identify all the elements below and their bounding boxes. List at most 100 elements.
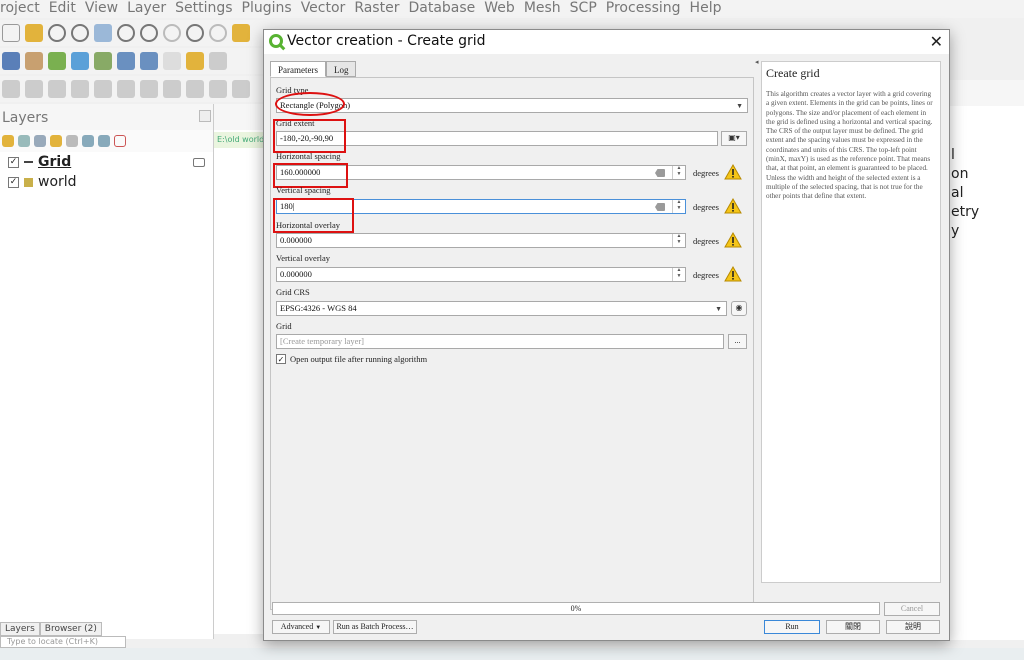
simplify-icon[interactable] [71, 80, 89, 98]
menu-layer[interactable]: Layer [127, 0, 166, 16]
new-map-view-icon[interactable] [232, 24, 250, 42]
menu-settings[interactable]: Settings [175, 0, 232, 16]
v-spacing-label: Vertical spacing [276, 185, 331, 195]
cancel-button[interactable]: Cancel [884, 602, 940, 616]
style-icon[interactable] [2, 135, 14, 147]
zoom-in-icon[interactable] [48, 24, 66, 42]
table-icon[interactable] [94, 52, 112, 70]
pan-icon[interactable] [2, 24, 20, 42]
zoom-last-icon[interactable] [163, 24, 181, 42]
menu-raster[interactable]: Raster [354, 0, 399, 16]
layers-toolbar [0, 130, 213, 152]
zoom-native-icon[interactable] [209, 24, 227, 42]
fill-ring-icon[interactable] [140, 80, 158, 98]
menu-project[interactable]: roject [0, 0, 40, 16]
spin-arrows-icon[interactable]: ▲ ▼ [672, 234, 685, 247]
delete-part-icon[interactable] [186, 80, 204, 98]
spin-arrows-icon[interactable]: ▲ ▼ [672, 200, 685, 213]
close-icon[interactable]: ✕ [930, 32, 943, 51]
annotation-rectangle [273, 119, 346, 153]
open-output-option[interactable]: ✓ Open output file after running algorit… [276, 354, 427, 364]
v-overlay-input[interactable]: 0.000000 ▲ ▼ [276, 267, 686, 282]
output-browse-button[interactable]: ... [728, 334, 747, 349]
shape-icon[interactable] [2, 80, 20, 98]
zoom-out-icon[interactable] [71, 24, 89, 42]
add-ring-icon[interactable] [94, 80, 112, 98]
tab-layers[interactable]: Layers [0, 622, 40, 636]
batch-process-button[interactable]: Run as Batch Process… [333, 620, 417, 634]
grid-type-select[interactable]: Rectangle (Polygon) ▼ [276, 98, 748, 113]
menu-scp[interactable]: SCP [570, 0, 597, 16]
rotate-icon[interactable] [48, 80, 66, 98]
save-edits-icon[interactable] [209, 52, 227, 70]
map-icon[interactable] [117, 52, 135, 70]
open-output-checkbox[interactable]: ✓ [276, 354, 286, 364]
h-overlay-input[interactable]: 0.000000 ▲ ▼ [276, 233, 686, 248]
help-title: Create grid [766, 66, 820, 80]
advanced-button[interactable]: Advanced ▼ [272, 620, 330, 634]
edit-pencil-icon[interactable] [71, 52, 89, 70]
menu-processing[interactable]: Processing [606, 0, 681, 16]
crs-select[interactable]: EPSG:4326 - WGS 84 ▼ [276, 301, 727, 316]
zoom-full-icon[interactable] [94, 24, 112, 42]
warning-icon [724, 232, 742, 248]
menu-vector[interactable]: Vector [301, 0, 346, 16]
visibility-icon[interactable] [34, 135, 46, 147]
spin-arrows-icon[interactable]: ▲ ▼ [672, 268, 685, 281]
extent-picker-button[interactable]: ▣▾ [721, 131, 747, 146]
clear-icon[interactable] [655, 203, 665, 211]
vector-icon[interactable] [140, 52, 158, 70]
delete-ring-icon[interactable] [163, 80, 181, 98]
node-tool-icon[interactable] [25, 80, 43, 98]
layer-indicator-icon[interactable] [193, 157, 205, 167]
vector-field-icon[interactable] [48, 52, 66, 70]
reshape-icon[interactable] [209, 80, 227, 98]
crs-value: EPSG:4326 - WGS 84 [280, 303, 357, 313]
menu-view[interactable]: View [85, 0, 118, 16]
collapse-help-icon[interactable]: ◂ [755, 58, 759, 66]
layer-visibility-checkbox[interactable]: ✓ [8, 156, 19, 168]
layer-icon[interactable] [2, 52, 20, 70]
warning-icon [724, 266, 742, 282]
output-path-input[interactable]: [Create temporary layer] [276, 334, 724, 349]
map-canvas[interactable] [214, 104, 264, 634]
pencil-icon[interactable] [163, 52, 181, 70]
menu-help[interactable]: Help [690, 0, 722, 16]
menu-plugins[interactable]: Plugins [242, 0, 292, 16]
clear-icon[interactable] [655, 169, 665, 177]
zoom-selection-icon[interactable] [140, 24, 158, 42]
zoom-layer-icon[interactable] [117, 24, 135, 42]
tab-browser[interactable]: Browser (2) [39, 622, 102, 636]
menu-database[interactable]: Database [408, 0, 475, 16]
help-button[interactable]: 說明 [886, 620, 940, 634]
pan-to-selection-icon[interactable] [25, 24, 43, 42]
zoom-next-icon[interactable] [186, 24, 204, 42]
menu-edit[interactable]: Edit [49, 0, 76, 16]
collapse-all-icon[interactable] [98, 135, 110, 147]
expand-all-icon[interactable] [82, 135, 94, 147]
spin-arrows-icon[interactable]: ▲ ▼ [672, 166, 685, 179]
offset-curve-icon[interactable] [232, 80, 250, 98]
close-button[interactable]: 關閉 [826, 620, 880, 634]
pen-icon[interactable] [186, 52, 204, 70]
add-group-icon[interactable] [18, 135, 30, 147]
layer-item-world[interactable]: ✓ world [0, 172, 213, 192]
crs-selector-button[interactable]: ◉ [731, 301, 747, 316]
layer-item-grid[interactable]: ✓ Grid [0, 152, 213, 172]
layer-visibility-checkbox[interactable]: ✓ [8, 176, 19, 188]
tab-log[interactable]: Log [325, 61, 357, 77]
tab-parameters[interactable]: Parameters [270, 61, 326, 77]
filter-icon[interactable] [50, 135, 62, 147]
filter-legend-icon[interactable] [66, 135, 78, 147]
parameters-panel: Grid type Rectangle (Polygon) ▼ Grid ext… [270, 77, 754, 610]
add-part-icon[interactable] [117, 80, 135, 98]
run-button[interactable]: Run [764, 620, 820, 634]
menu-mesh[interactable]: Mesh [524, 0, 561, 16]
advanced-digitizing-toolbar [0, 76, 270, 102]
box-icon[interactable] [25, 52, 43, 70]
menu-web[interactable]: Web [484, 0, 515, 16]
locator-search-input[interactable]: Type to locate (Ctrl+K) [0, 636, 126, 648]
remove-layer-icon[interactable] [114, 135, 126, 147]
chevron-down-icon: ▼ [736, 102, 743, 110]
panel-float-icon[interactable] [199, 110, 211, 122]
